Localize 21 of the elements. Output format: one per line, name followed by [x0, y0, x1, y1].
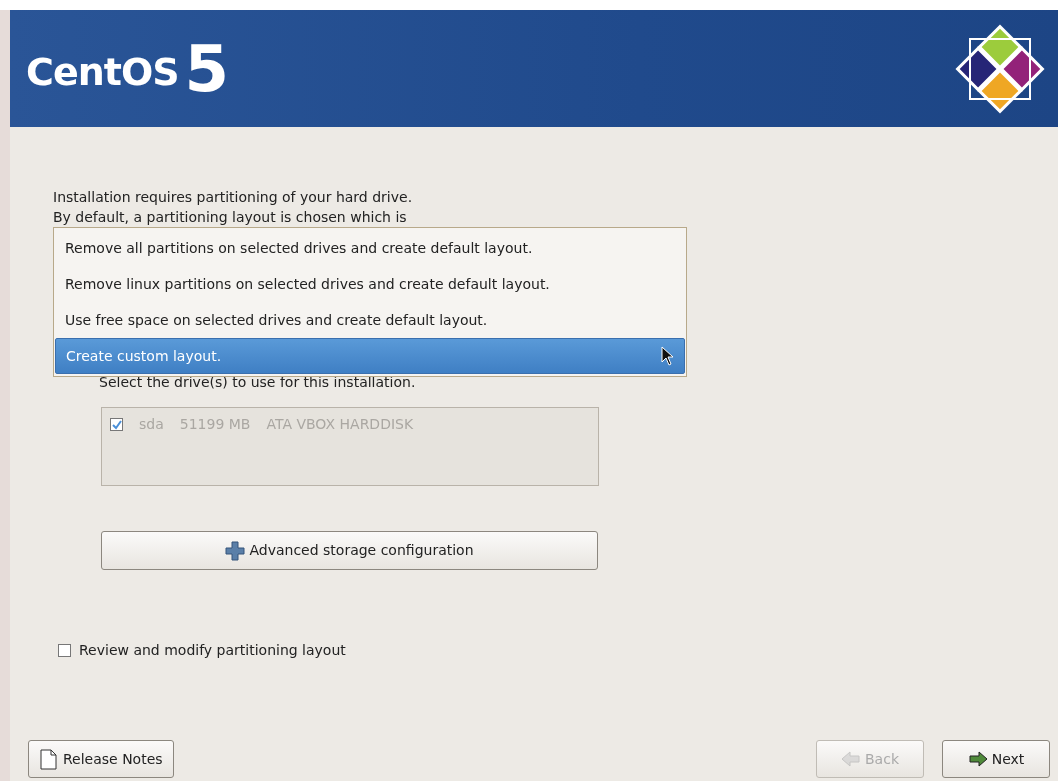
drive-name: sda [139, 415, 164, 434]
plus-icon [225, 540, 246, 561]
menu-option[interactable]: Create custom layout. [55, 338, 685, 374]
release-notes-button[interactable]: Release Notes [28, 740, 174, 778]
menu-option[interactable]: Remove linux partitions on selected drives and create default layout. [55, 266, 685, 302]
intro-text: Installation requires partitioning of your hard drive. [53, 188, 413, 207]
document-icon [39, 748, 59, 770]
version-text: 5 [184, 36, 230, 101]
check-icon [111, 419, 122, 430]
drive-size: 51199 MB [179, 415, 251, 434]
drive-model: ATA VBOX HARDDISK [266, 415, 414, 434]
menu-option[interactable]: Use free space on selected drives and create default layout. [55, 302, 685, 338]
checkbox[interactable] [58, 644, 71, 657]
brand-text: CentOS [26, 48, 179, 96]
menu-option[interactable]: Remove all partitions on selected drives and create default layout. [55, 230, 685, 266]
right-arrow-icon [967, 748, 988, 770]
checkbox-label: Review and modify partitioning layout [79, 641, 346, 660]
cursor-icon [660, 346, 674, 366]
advanced-storage-button[interactable]: Advanced storage configuration [101, 531, 598, 570]
next-button[interactable]: Next [942, 740, 1050, 778]
intro-text: By default, a partitioning layout is chosen which is [53, 208, 408, 227]
